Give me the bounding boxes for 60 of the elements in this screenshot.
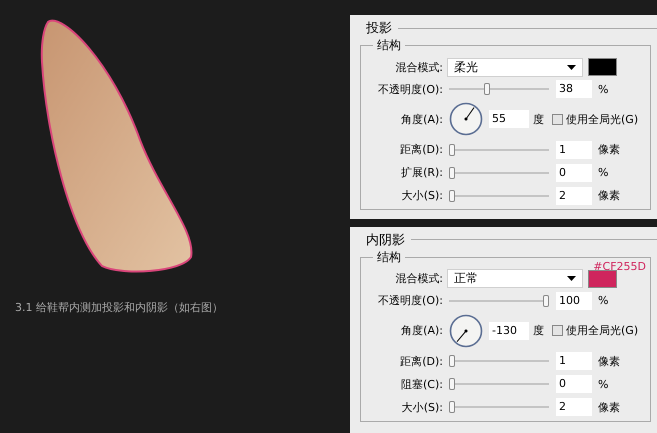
slider-thumb[interactable] bbox=[543, 294, 549, 307]
unit-label: 像素 bbox=[598, 188, 620, 203]
slider-thumb[interactable] bbox=[449, 166, 455, 178]
value-field[interactable]: 0 bbox=[556, 164, 592, 182]
value-field[interactable]: 1 bbox=[556, 140, 592, 158]
caret-icon bbox=[567, 276, 576, 282]
color-swatch[interactable] bbox=[588, 270, 617, 288]
caret-icon bbox=[567, 64, 576, 70]
unit-label: 像素 bbox=[598, 142, 620, 157]
value-field[interactable]: 38 bbox=[556, 80, 592, 98]
blend-mode-dropdown[interactable]: 柔光 bbox=[447, 58, 583, 76]
value-field[interactable]: 2 bbox=[556, 398, 592, 416]
dropdown-value: 柔光 bbox=[454, 58, 478, 76]
unit-label: % bbox=[598, 166, 608, 179]
unit-label: 像素 bbox=[598, 400, 620, 415]
unit-label: 像素 bbox=[598, 354, 620, 369]
panel-title: 投影 bbox=[366, 20, 392, 37]
value-field[interactable]: 2 bbox=[556, 186, 592, 204]
field-label: 混合模式: bbox=[394, 271, 444, 286]
value-field[interactable]: 0 bbox=[556, 375, 592, 394]
unit-label: % bbox=[598, 294, 608, 308]
group-label: 结构 bbox=[373, 248, 405, 266]
checkbox-label: 使用全局光(G) bbox=[566, 112, 638, 126]
slider-thumb[interactable] bbox=[449, 401, 455, 414]
angle-field[interactable]: -130 bbox=[489, 322, 529, 340]
checkbox[interactable] bbox=[552, 114, 563, 124]
field-label: 扩展(R): bbox=[400, 165, 444, 180]
color-swatch[interactable] bbox=[588, 58, 617, 76]
field-label: 阻塞(C): bbox=[400, 376, 444, 392]
slider-thumb[interactable] bbox=[449, 190, 455, 202]
slider-thumb[interactable] bbox=[449, 144, 455, 156]
slider-thumb[interactable] bbox=[449, 378, 455, 390]
slider-thumb[interactable] bbox=[484, 83, 490, 95]
unit-label: 度 bbox=[533, 323, 544, 338]
field-label: 不透明度(O): bbox=[377, 293, 444, 308]
field-label: 角度(A): bbox=[400, 112, 444, 126]
group-label: 结构 bbox=[373, 37, 405, 54]
field-label: 大小(S): bbox=[400, 188, 444, 203]
unit-label: % bbox=[598, 82, 608, 96]
angle-dial[interactable] bbox=[449, 102, 483, 136]
angle-dial[interactable] bbox=[449, 314, 483, 348]
field-label: 角度(A): bbox=[400, 323, 444, 338]
value-field[interactable]: 100 bbox=[556, 292, 592, 310]
caption-text: 3.1 给鞋帮内测加投影和内阴影（如右图） bbox=[14, 300, 224, 315]
panel-title: 内阴影 bbox=[366, 232, 405, 249]
color-annotation: #CF255D bbox=[593, 260, 646, 273]
field-label: 混合模式: bbox=[394, 60, 444, 74]
unit-label: 度 bbox=[533, 112, 544, 126]
dropdown-value: 正常 bbox=[454, 270, 478, 288]
field-label: 距离(D): bbox=[399, 142, 444, 157]
field-label: 大小(S): bbox=[400, 400, 444, 415]
blend-mode-dropdown[interactable]: 正常 bbox=[447, 269, 583, 288]
value-field[interactable]: 1 bbox=[556, 352, 592, 370]
slider-thumb[interactable] bbox=[449, 355, 455, 368]
checkbox[interactable] bbox=[552, 325, 563, 336]
angle-field[interactable]: 55 bbox=[489, 110, 529, 128]
unit-label: % bbox=[598, 378, 608, 391]
checkbox-label: 使用全局光(G) bbox=[566, 323, 638, 338]
field-label: 不透明度(O): bbox=[377, 82, 444, 96]
field-label: 距离(D): bbox=[399, 354, 444, 369]
